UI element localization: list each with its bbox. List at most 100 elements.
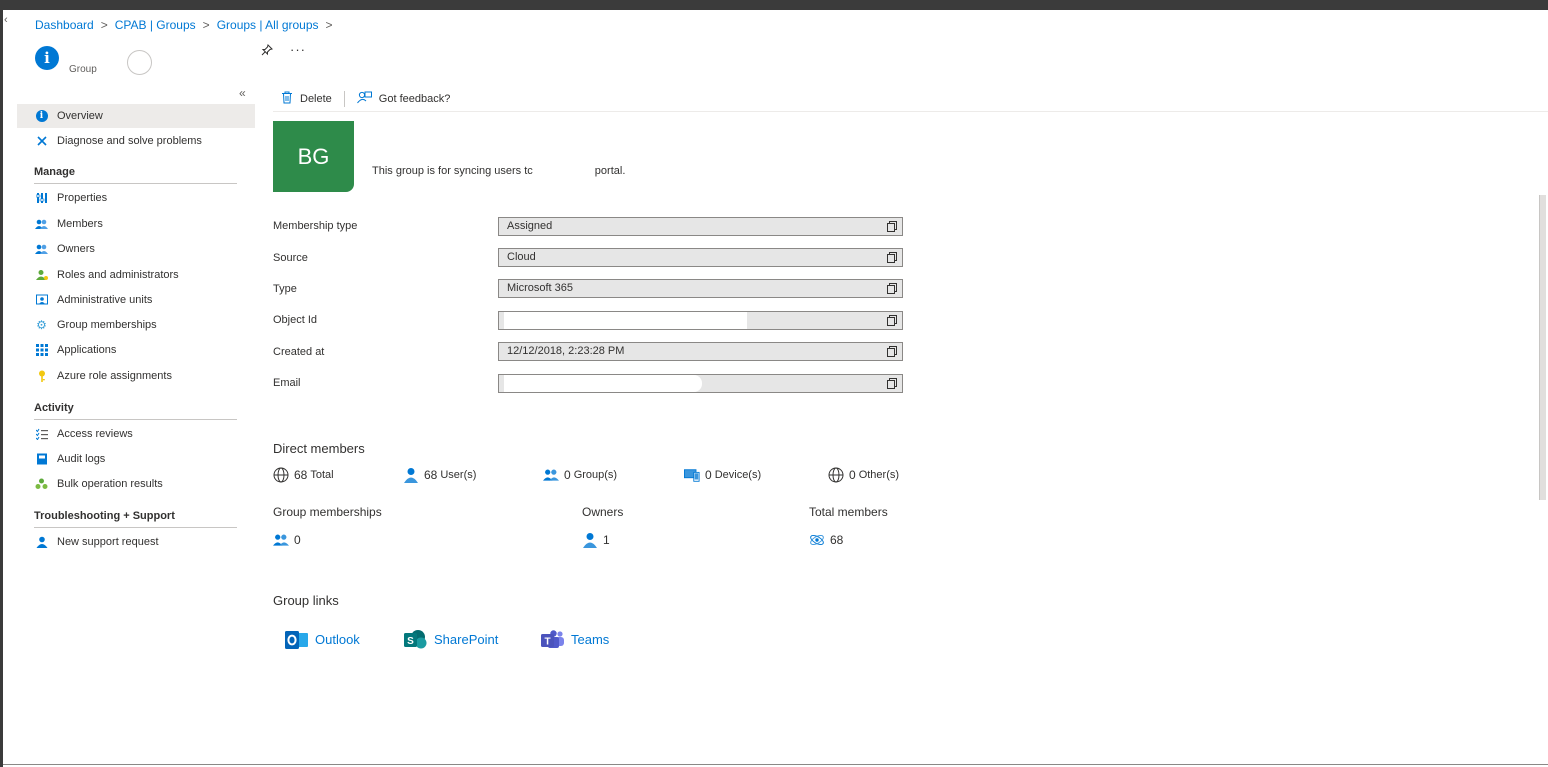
group-memberships-title: Group memberships	[273, 505, 382, 519]
sidebar-item-label: Applications	[57, 344, 117, 356]
sidebar-item-members[interactable]: Members	[17, 212, 255, 236]
admin-units-icon	[35, 294, 48, 307]
group-avatar: BG	[273, 121, 354, 192]
source-field: Cloud	[498, 248, 903, 267]
sidebar-item-new-support-request[interactable]: New support request	[17, 530, 255, 554]
copy-icon[interactable]	[887, 346, 897, 357]
group-icon	[273, 532, 289, 548]
key-icon	[35, 370, 48, 383]
object-id-field	[498, 311, 903, 330]
group-links-title: Group links	[273, 593, 339, 608]
command-bar: Delete Got feedback?	[273, 86, 1548, 112]
sidebar-item-applications[interactable]: Applications	[17, 338, 255, 362]
sidebar-item-label: Roles and administrators	[57, 269, 179, 281]
user-icon	[582, 532, 598, 548]
sidebar-item-label: Administrative units	[57, 294, 153, 306]
type-field: Microsoft 365	[498, 279, 903, 298]
sharepoint-link[interactable]: S SharePoint	[404, 630, 498, 649]
sidebar-item-bulk-operations[interactable]: Bulk operation results	[17, 472, 255, 496]
direct-others[interactable]: 0 Other(s)	[828, 467, 899, 483]
copy-icon[interactable]	[887, 283, 897, 294]
gear-icon: ⚙	[36, 317, 47, 332]
direct-total[interactable]: 68 Total	[273, 467, 334, 483]
group-description: This group is for syncing users tc portal…	[372, 165, 626, 178]
device-icon	[684, 467, 700, 483]
copy-icon[interactable]	[887, 252, 897, 263]
email-field	[498, 374, 903, 393]
direct-groups[interactable]: 0 Group(s)	[543, 467, 617, 483]
delete-button[interactable]: Delete	[273, 91, 340, 107]
members-icon	[35, 218, 48, 231]
sidebar-item-label: Group memberships	[57, 319, 157, 331]
breadcrumb-all-groups[interactable]: Groups | All groups	[217, 18, 319, 32]
redacted-email	[504, 375, 702, 392]
owners-count[interactable]: 1	[582, 532, 613, 548]
membership-type-field: Assigned	[498, 217, 903, 236]
chevron-right-icon: >	[100, 18, 108, 32]
window-left-edge	[0, 10, 3, 767]
page-subtitle: Group	[69, 64, 97, 75]
copy-icon[interactable]	[887, 221, 897, 232]
sidebar-item-label: Diagnose and solve problems	[57, 135, 202, 147]
sidebar-item-label: Audit logs	[57, 453, 106, 465]
sidebar-item-overview[interactable]: i Overview	[17, 104, 255, 128]
redacted-text	[532, 165, 595, 178]
teams-link[interactable]: T Teams	[541, 630, 609, 649]
feedback-label: Got feedback?	[378, 92, 451, 105]
breadcrumb-dashboard[interactable]: Dashboard	[35, 18, 94, 32]
pin-icon[interactable]	[261, 44, 273, 59]
trash-icon	[281, 91, 293, 107]
sidebar-item-access-reviews[interactable]: Access reviews	[17, 422, 255, 446]
toolbar-divider	[343, 90, 345, 107]
sidebar-item-azure-roles[interactable]: Azure role assignments	[17, 364, 255, 388]
group-icon	[543, 467, 559, 483]
copy-icon[interactable]	[887, 315, 897, 326]
group-memberships-count[interactable]: 0	[273, 532, 304, 548]
window-top-bar	[0, 0, 1548, 10]
teams-label: Teams	[571, 632, 610, 647]
network-icon	[809, 532, 825, 548]
sidebar-item-group-memberships[interactable]: ⚙ Group memberships	[17, 313, 255, 337]
total-members-title: Total members	[809, 505, 888, 519]
chevron-left-icon[interactable]: ‹	[4, 14, 8, 26]
outlook-icon	[285, 630, 308, 649]
section-troubleshooting: Troubleshooting + Support	[34, 510, 237, 528]
copy-icon[interactable]	[887, 378, 897, 389]
user-icon	[403, 467, 419, 483]
sharepoint-label: SharePoint	[434, 632, 499, 647]
apps-grid-icon	[35, 344, 48, 357]
info-icon: i	[35, 46, 59, 70]
breadcrumb-cpab-groups[interactable]: CPAB | Groups	[115, 18, 196, 32]
total-members-count[interactable]: 68	[809, 532, 846, 548]
roles-icon	[35, 269, 48, 282]
direct-devices[interactable]: 0 Device(s)	[684, 467, 761, 483]
sidebar-item-audit-logs[interactable]: Audit logs	[17, 447, 255, 471]
collapse-sidebar-icon[interactable]: «	[239, 86, 246, 100]
teams-icon: T	[541, 630, 564, 649]
scrollbar[interactable]	[1539, 195, 1546, 500]
info-icon: i	[35, 110, 48, 123]
chevron-right-icon: >	[325, 18, 333, 32]
owners-title: Owners	[582, 505, 624, 519]
feedback-icon	[356, 91, 372, 107]
direct-users[interactable]: 68 User(s)	[403, 467, 476, 483]
more-options-icon[interactable]: ···	[290, 42, 306, 57]
sidebar-item-label: Members	[57, 218, 103, 230]
checklist-icon	[35, 428, 48, 441]
sidebar-item-owners[interactable]: Owners	[17, 237, 255, 261]
sidebar-item-properties[interactable]: Properties	[17, 186, 255, 210]
outlook-label: Outlook	[315, 632, 360, 647]
outlook-link[interactable]: Outlook	[285, 630, 360, 649]
wrench-icon	[35, 135, 48, 148]
breadcrumb: Dashboard > CPAB | Groups > Groups | All…	[35, 18, 340, 32]
bulk-icon	[35, 478, 48, 491]
svg-text:T: T	[544, 637, 550, 648]
sidebar-item-diagnose[interactable]: Diagnose and solve problems	[17, 129, 255, 153]
owners-icon	[35, 243, 48, 256]
feedback-button[interactable]: Got feedback?	[349, 91, 459, 107]
sidebar-item-admin-units[interactable]: Administrative units	[17, 288, 255, 312]
sidebar-item-roles[interactable]: Roles and administrators	[17, 263, 255, 287]
group-photo-placeholder	[127, 50, 152, 75]
email-label: Email	[273, 377, 301, 389]
sidebar-item-label: Azure role assignments	[57, 370, 172, 382]
